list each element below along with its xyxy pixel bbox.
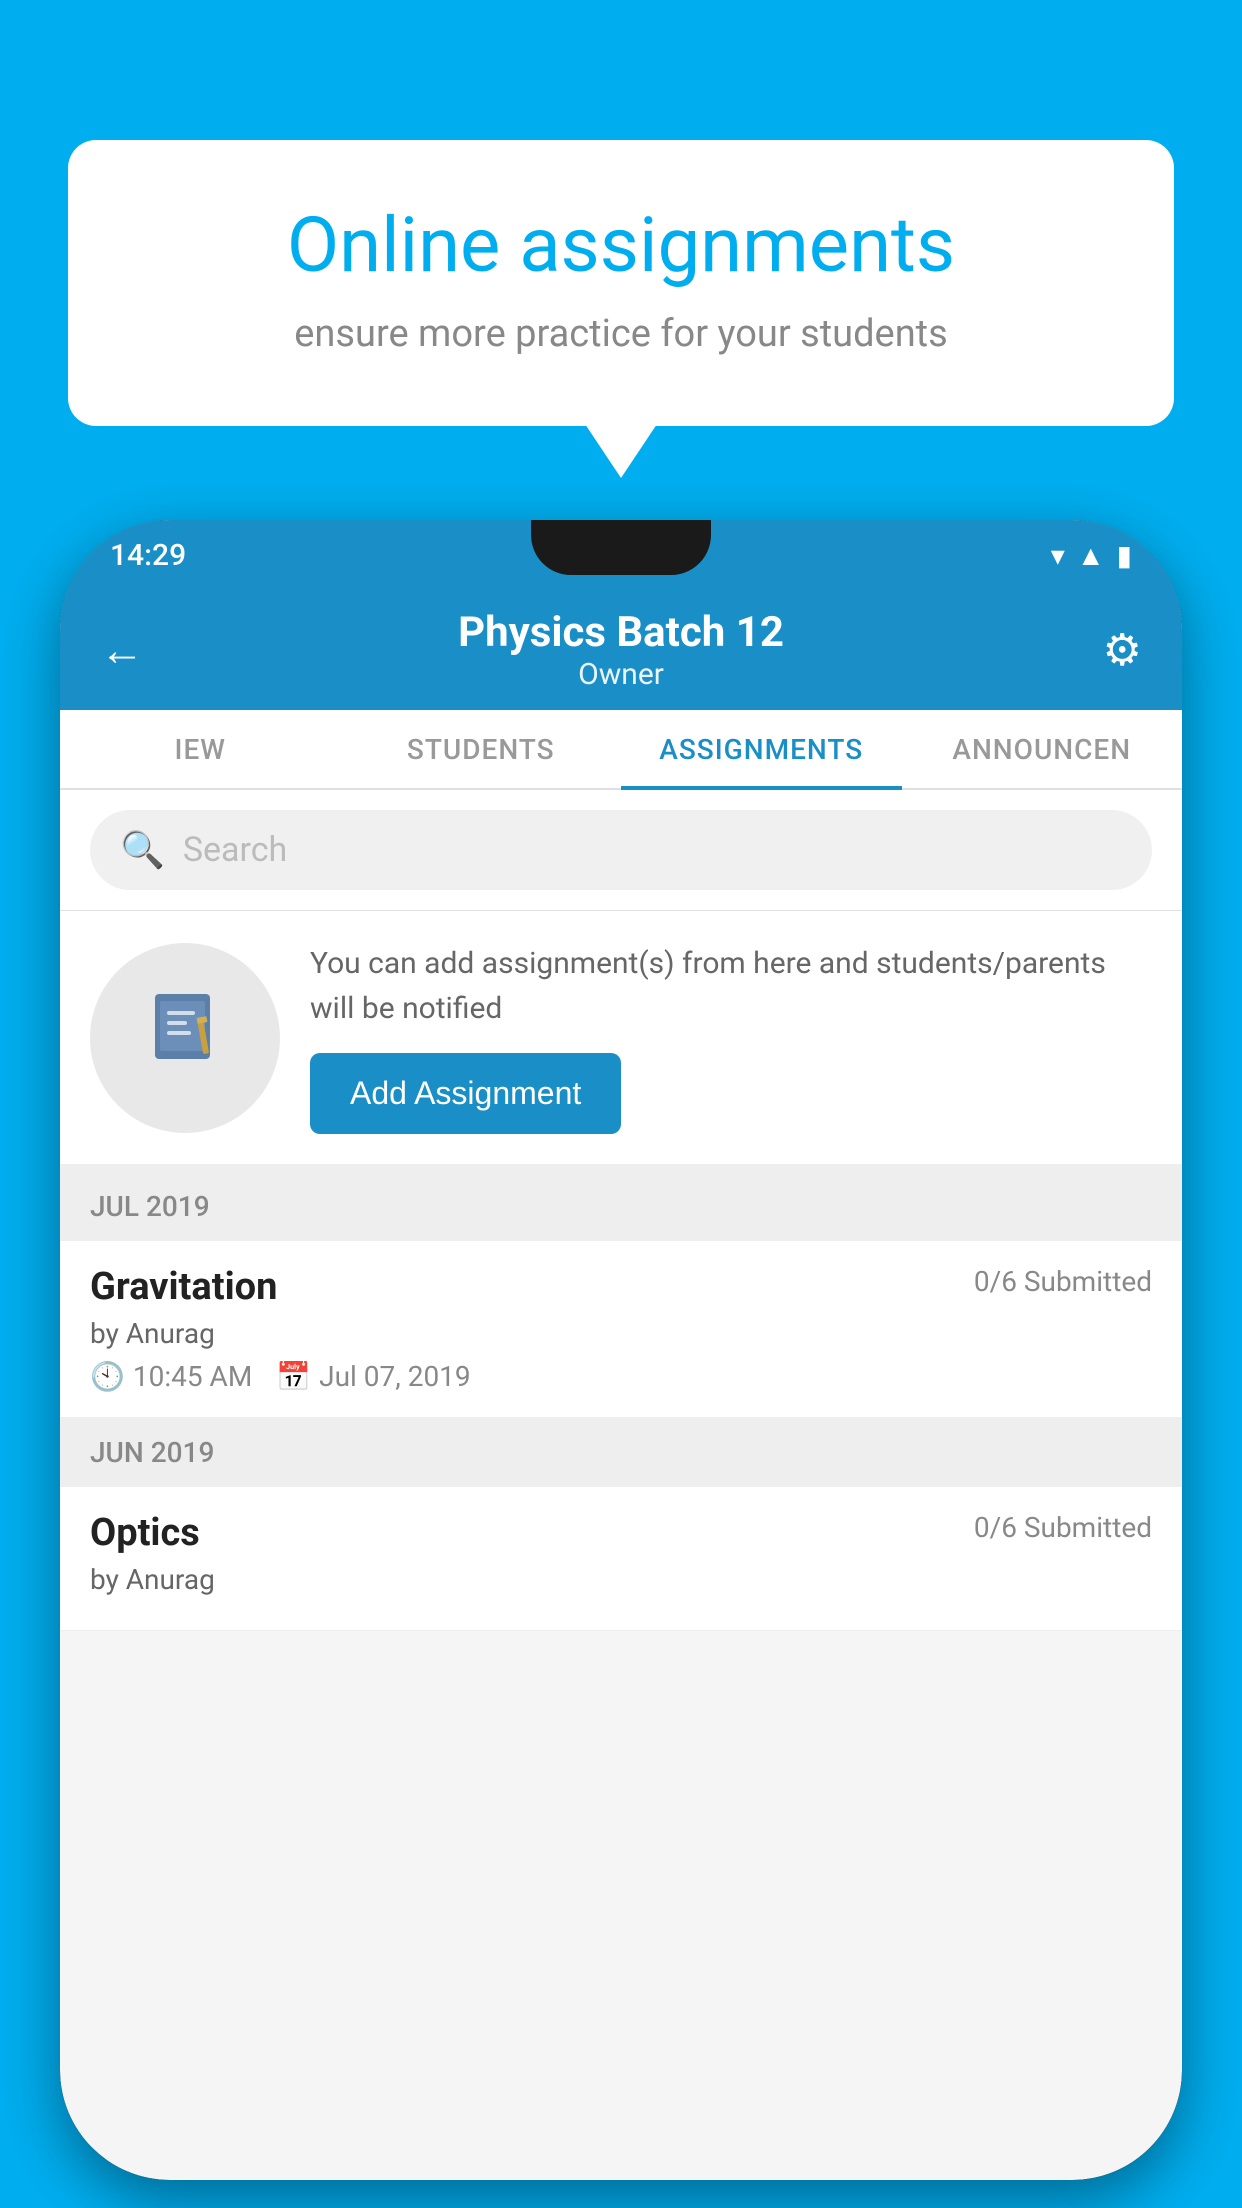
tab-iew-label: IEW [175,733,226,766]
tab-announcements[interactable]: ANNOUNCEN [902,712,1183,790]
promo-description: You can add assignment(s) from here and … [310,941,1152,1031]
tab-assignments[interactable]: ASSIGNMENTS [621,712,902,790]
assignment-item-gravitation[interactable]: Gravitation 0/6 Submitted by Anurag 🕙 10… [60,1241,1182,1418]
battery-icon: ▮ [1117,539,1132,572]
assignment-by-gravitation: by Anurag [90,1317,1152,1350]
assignment-date-value: Jul 07, 2019 [319,1360,471,1393]
info-card: Online assignments ensure more practice … [68,140,1174,426]
info-card-title: Online assignments [138,200,1104,290]
phone-screen: 14:29 ▾ ▲ ▮ ← Physics Batch 12 Owner ⚙ I… [60,520,1182,2180]
assignment-submitted-gravitation: 0/6 Submitted [974,1265,1152,1298]
promo-section: You can add assignment(s) from here and … [60,911,1182,1172]
tab-students-label: STUDENTS [407,733,555,766]
top-bar-center: Physics Batch 12 Owner [160,608,1082,692]
wifi-icon: ▾ [1051,539,1065,572]
month-header-jun: JUN 2019 [60,1418,1182,1487]
notch [531,520,711,575]
tab-assignments-label: ASSIGNMENTS [659,733,863,766]
promo-icon-circle [90,943,280,1133]
assignment-meta-gravitation: 🕙 10:45 AM 📅 Jul 07, 2019 [90,1360,1152,1393]
settings-button[interactable]: ⚙ [1082,624,1142,676]
month-header-jul: JUL 2019 [60,1172,1182,1241]
tab-announcements-label: ANNOUNCEN [952,733,1131,766]
calendar-icon: 📅 [276,1360,311,1393]
assignment-item-optics[interactable]: Optics 0/6 Submitted by Anurag [60,1487,1182,1631]
add-assignment-button[interactable]: Add Assignment [310,1053,621,1134]
top-bar: ← Physics Batch 12 Owner ⚙ [60,590,1182,710]
search-container: 🔍 Search [60,790,1182,911]
assignment-name-gravitation: Gravitation [90,1265,277,1309]
assignment-top-optics: Optics 0/6 Submitted [90,1511,1152,1555]
tab-iew[interactable]: IEW [60,712,341,790]
back-button[interactable]: ← [100,624,160,676]
search-placeholder: Search [183,830,287,870]
signal-icon: ▲ [1077,539,1105,572]
info-card-subtitle: ensure more practice for your students [138,312,1104,356]
search-bar[interactable]: 🔍 Search [90,810,1152,890]
tabs-bar: IEW STUDENTS ASSIGNMENTS ANNOUNCEN [60,710,1182,790]
search-icon: 🔍 [120,829,165,871]
assignment-time-value: 10:45 AM [133,1360,252,1393]
assignment-by-optics: by Anurag [90,1563,1152,1596]
assignment-submitted-optics: 0/6 Submitted [974,1511,1152,1544]
clock-icon: 🕙 [90,1360,125,1393]
assignment-time-gravitation: 🕙 10:45 AM [90,1360,252,1393]
tab-students[interactable]: STUDENTS [341,712,622,790]
assignment-top-gravitation: Gravitation 0/6 Submitted [90,1265,1152,1309]
top-bar-title: Physics Batch 12 [160,608,1082,657]
assignment-date-gravitation: 📅 Jul 07, 2019 [276,1360,470,1393]
month-label-jul: JUL 2019 [90,1190,210,1223]
promo-content: You can add assignment(s) from here and … [310,941,1152,1134]
assignment-icon [145,989,225,1087]
assignment-name-optics: Optics [90,1511,200,1555]
status-time: 14:29 [110,538,186,573]
screen-content: ← Physics Batch 12 Owner ⚙ IEW STUDENTS … [60,590,1182,2180]
top-bar-subtitle: Owner [160,657,1082,692]
status-icons: ▾ ▲ ▮ [1051,539,1132,572]
phone-frame: 14:29 ▾ ▲ ▮ ← Physics Batch 12 Owner ⚙ I… [60,520,1182,2180]
month-label-jun: JUN 2019 [90,1436,214,1469]
